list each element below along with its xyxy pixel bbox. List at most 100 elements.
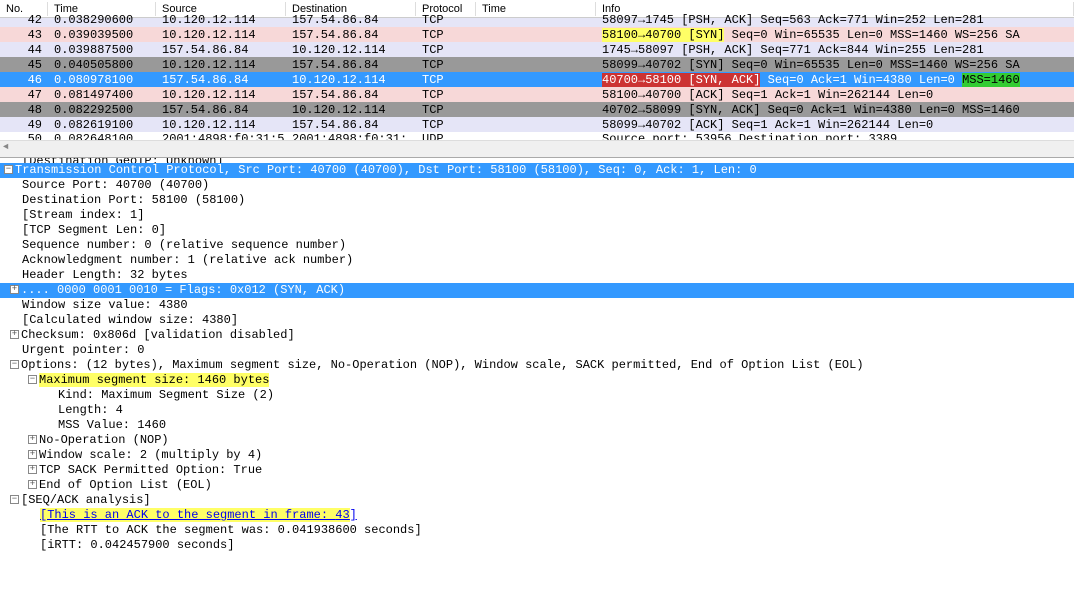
detail-nop-text: No-Operation (NOP) xyxy=(39,433,169,447)
packet-cell: TCP xyxy=(416,73,476,87)
packet-row[interactable]: 490.08261910010.120.12.114157.54.86.84TC… xyxy=(0,117,1074,132)
horizontal-scrollbar[interactable] xyxy=(0,140,1074,157)
packet-cell: 157.54.86.84 xyxy=(286,13,416,27)
packet-cell: 47 xyxy=(0,88,48,102)
packet-row[interactable]: 420.03829060010.120.12.114157.54.86.84TC… xyxy=(0,18,1074,27)
packet-cell: 0.082619100 xyxy=(48,118,156,132)
packet-cell: 42 xyxy=(0,13,48,27)
detail-tcp-header-text: Transmission Control Protocol, Src Port:… xyxy=(15,163,757,177)
packet-cell: 0.038290600 xyxy=(48,13,156,27)
detail-urgent[interactable]: Urgent pointer: 0 xyxy=(0,343,1074,358)
packet-details-pane: [Destination GeoIP: Unknown] −Transmissi… xyxy=(0,158,1074,555)
tree-collapse-icon[interactable]: − xyxy=(28,375,37,384)
detail-ack-num[interactable]: Acknowledgment number: 1 (relative ack n… xyxy=(0,253,1074,268)
tree-expand-icon[interactable]: + xyxy=(10,330,19,339)
packet-cell: 10.120.12.114 xyxy=(156,28,286,42)
packet-cell: TCP xyxy=(416,118,476,132)
detail-flags[interactable]: +.... 0000 0001 0010 = Flags: 0x012 (SYN… xyxy=(0,283,1074,298)
detail-checksum[interactable]: +Checksum: 0x806d [validation disabled] xyxy=(0,328,1074,343)
detail-src-port[interactable]: Source Port: 40700 (40700) xyxy=(0,178,1074,193)
packet-cell: 157.54.86.84 xyxy=(156,103,286,117)
packet-row[interactable]: 470.08149740010.120.12.114157.54.86.84TC… xyxy=(0,87,1074,102)
detail-ack-frame[interactable]: [This is an ACK to the segment in frame:… xyxy=(0,508,1074,523)
packet-cell: 157.54.86.84 xyxy=(286,88,416,102)
packet-cell: TCP xyxy=(416,28,476,42)
tree-collapse-icon[interactable]: − xyxy=(10,360,19,369)
detail-nop[interactable]: +No-Operation (NOP) xyxy=(0,433,1074,448)
detail-sack[interactable]: +TCP SACK Permitted Option: True xyxy=(0,463,1074,478)
packet-row[interactable]: 440.039887500157.54.86.8410.120.12.114TC… xyxy=(0,42,1074,57)
detail-tcp-seg-len[interactable]: [TCP Segment Len: 0] xyxy=(0,223,1074,238)
packet-cell: 157.54.86.84 xyxy=(286,28,416,42)
packet-cell: TCP xyxy=(416,103,476,117)
packet-cell-info: 58099→40702 [ACK] Seq=1 Ack=1 Win=262144… xyxy=(596,118,1074,132)
detail-dst-port[interactable]: Destination Port: 58100 (58100) xyxy=(0,193,1074,208)
packet-cell-info: 58100→40700 [SYN] Seq=0 Win=65535 Len=0 … xyxy=(596,28,1074,42)
detail-checksum-text: Checksum: 0x806d [validation disabled] xyxy=(21,328,295,342)
packet-row[interactable]: 480.082292500157.54.86.8410.120.12.114TC… xyxy=(0,102,1074,117)
detail-seqack[interactable]: −[SEQ/ACK analysis] xyxy=(0,493,1074,508)
packet-cell-info: 58099→40702 [SYN] Seq=0 Win=65535 Len=0 … xyxy=(596,58,1074,72)
packet-cell: 10.120.12.114 xyxy=(156,118,286,132)
packet-row[interactable]: 450.04050580010.120.12.114157.54.86.84TC… xyxy=(0,57,1074,72)
packet-cell: 10.120.12.114 xyxy=(156,58,286,72)
detail-tcp-header[interactable]: −Transmission Control Protocol, Src Port… xyxy=(0,163,1074,178)
tree-collapse-icon[interactable]: − xyxy=(4,165,13,174)
detail-rtt[interactable]: [The RTT to ACK the segment was: 0.04193… xyxy=(0,523,1074,538)
detail-mss-kind[interactable]: Kind: Maximum Segment Size (2) xyxy=(0,388,1074,403)
packet-row[interactable]: 460.080978100157.54.86.8410.120.12.114TC… xyxy=(0,72,1074,87)
packet-cell: 44 xyxy=(0,43,48,57)
packet-cell: 157.54.86.84 xyxy=(286,118,416,132)
packet-cell: TCP xyxy=(416,88,476,102)
packet-cell: 10.120.12.114 xyxy=(286,103,416,117)
detail-seq-num[interactable]: Sequence number: 0 (relative sequence nu… xyxy=(0,238,1074,253)
detail-wscale-text: Window scale: 2 (multiply by 4) xyxy=(39,448,262,462)
packet-cell: 46 xyxy=(0,73,48,87)
packet-cell: 157.54.86.84 xyxy=(286,58,416,72)
col-header-time2[interactable]: Time xyxy=(476,2,596,16)
packet-cell: 10.120.12.114 xyxy=(156,88,286,102)
detail-stream-index[interactable]: [Stream index: 1] xyxy=(0,208,1074,223)
tree-expand-icon[interactable]: + xyxy=(28,450,37,459)
packet-cell: 0.082292500 xyxy=(48,103,156,117)
packet-cell-info: 58100→40700 [ACK] Seq=1 Ack=1 Win=262144… xyxy=(596,88,1074,102)
packet-row[interactable]: 430.03903950010.120.12.114157.54.86.84TC… xyxy=(0,27,1074,42)
packet-cell: 10.120.12.114 xyxy=(156,13,286,27)
detail-ack-frame-close: ] xyxy=(350,508,357,522)
packet-cell: 0.040505800 xyxy=(48,58,156,72)
detail-ack-frame-link[interactable]: [This is an ACK to the segment in frame: xyxy=(40,508,335,522)
detail-calc-win[interactable]: [Calculated window size: 4380] xyxy=(0,313,1074,328)
detail-options[interactable]: −Options: (12 bytes), Maximum segment si… xyxy=(0,358,1074,373)
packet-cell: 157.54.86.84 xyxy=(156,73,286,87)
packet-row[interactable]: 500.0826481002001:4898:f0:31:52001:4898:… xyxy=(0,132,1074,140)
tree-expand-icon[interactable]: + xyxy=(28,480,37,489)
packet-cell-info: 40702→58099 [SYN, ACK] Seq=0 Ack=1 Win=4… xyxy=(596,103,1074,117)
detail-hdr-len[interactable]: Header Length: 32 bytes xyxy=(0,268,1074,283)
detail-ack-frame-num[interactable]: 43 xyxy=(335,508,349,522)
packet-cell: TCP xyxy=(416,13,476,27)
detail-win-size[interactable]: Window size value: 4380 xyxy=(0,298,1074,313)
tree-expand-icon[interactable]: + xyxy=(28,465,37,474)
packet-cell: 0.039887500 xyxy=(48,43,156,57)
detail-eol[interactable]: +End of Option List (EOL) xyxy=(0,478,1074,493)
packet-cell-info: 40700→58100 [SYN, ACK] Seq=0 Ack=1 Win=4… xyxy=(596,73,1074,87)
tree-expand-icon[interactable]: + xyxy=(28,435,37,444)
packet-cell: 43 xyxy=(0,28,48,42)
detail-irtt[interactable]: [iRTT: 0.042457900 seconds] xyxy=(0,538,1074,553)
detail-wscale[interactable]: +Window scale: 2 (multiply by 4) xyxy=(0,448,1074,463)
detail-mss-length[interactable]: Length: 4 xyxy=(0,403,1074,418)
packet-cell: 10.120.12.114 xyxy=(286,73,416,87)
detail-eol-text: End of Option List (EOL) xyxy=(39,478,212,492)
tree-collapse-icon[interactable]: − xyxy=(10,495,19,504)
detail-seqack-text: [SEQ/ACK analysis] xyxy=(21,493,151,507)
detail-flags-text: .... 0000 0001 0010 = Flags: 0x012 (SYN,… xyxy=(21,283,345,297)
packet-rows: 420.03829060010.120.12.114157.54.86.84TC… xyxy=(0,18,1074,140)
packet-cell-info: 1745→58097 [PSH, ACK] Seq=771 Ack=844 Wi… xyxy=(596,43,1074,57)
tree-expand-icon[interactable]: + xyxy=(10,285,19,294)
detail-mss-value[interactable]: MSS Value: 1460 xyxy=(0,418,1074,433)
packet-cell: 0.039039500 xyxy=(48,28,156,42)
packet-cell: 49 xyxy=(0,118,48,132)
packet-cell: TCP xyxy=(416,43,476,57)
packet-cell: 48 xyxy=(0,103,48,117)
detail-mss[interactable]: −Maximum segment size: 1460 bytes xyxy=(0,373,1074,388)
